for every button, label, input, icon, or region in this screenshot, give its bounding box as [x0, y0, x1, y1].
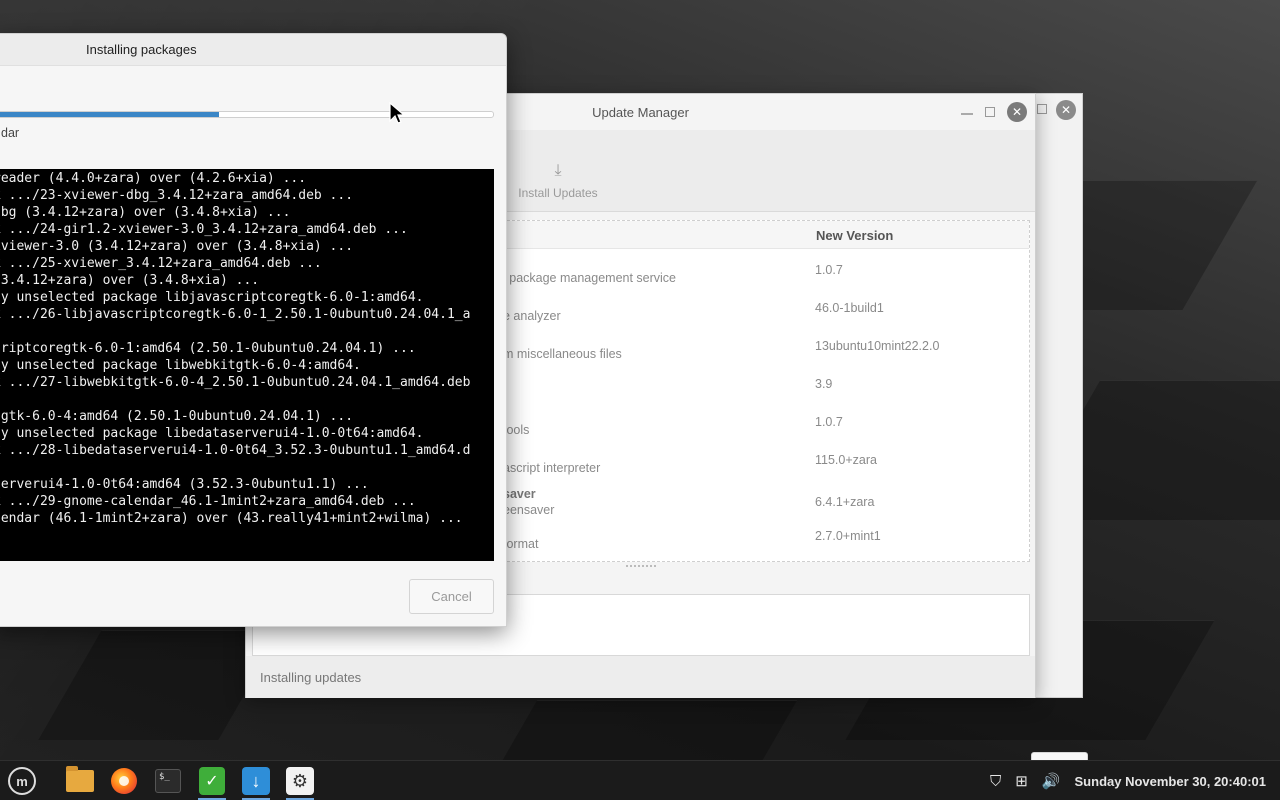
update-manager-icon: ↓: [242, 767, 270, 795]
firefox-icon: [111, 768, 137, 794]
terminal-line: serverui4-1.0-0t64:amd64 (3.52.3-0ubuntu…: [0, 477, 369, 492]
terminal-line: k .../23-xviewer-dbg_3.4.12+zara_amd64.d…: [0, 188, 354, 203]
network-icon[interactable]: ⊞: [1015, 772, 1028, 790]
install-updates-label: Install Updates: [518, 186, 598, 200]
close-icon[interactable]: ✕: [1056, 100, 1076, 120]
window-title: Update Manager: [592, 104, 689, 120]
terminal-line: (3.4.12+zara) over (3.4.8+xia) ...: [0, 273, 260, 288]
terminal-line: criptcoregtk-6.0-1:amd64 (2.50.1-0ubuntu…: [0, 341, 416, 356]
taskbar: m $_ ✓ ↓ ⚙ ⛉ ⊞ 🔊 Sunday November 30, 20:…: [0, 760, 1280, 800]
terminal-launcher[interactable]: $_: [150, 764, 186, 798]
files-launcher[interactable]: [62, 764, 98, 798]
package-description: format: [503, 537, 539, 551]
package-new-version: 6.4.1+zara: [815, 495, 875, 509]
terminal-line: ly unselected package libedataserverui4-…: [0, 426, 424, 441]
window-controls: ✕: [961, 102, 1027, 122]
terminal-line: k .../29-gnome-calendar_46.1-1mint2+zara…: [0, 494, 416, 509]
download-arrow-icon: ⤓: [554, 162, 562, 179]
terminal-line: reader (4.4.0+zara) over (4.2.6+xia) ...: [0, 171, 307, 186]
dialog-titlebar[interactable]: Installing packages: [0, 34, 506, 66]
package-new-version: 1.0.7: [815, 415, 843, 429]
terminal-icon: $_: [155, 769, 181, 793]
terminal-line: lendar (46.1-1mint2+zara) over (43.reall…: [0, 511, 463, 526]
package-new-version: 13ubuntu10mint22.2.0: [815, 339, 940, 353]
installing-packages-dialog: Installing packages dar reader (4.4.0+za…: [0, 33, 507, 627]
package-new-version: 1.0.7: [815, 263, 843, 277]
maximize-icon[interactable]: [1037, 104, 1047, 114]
terminal-line: k .../25-xviewer_3.4.12+zara_amd64.deb .…: [0, 256, 322, 271]
package-new-version: 115.0+zara: [815, 453, 877, 467]
install-updates-button[interactable]: ⤓ Install Updates: [508, 162, 608, 200]
package-new-version: 46.0-1build1: [815, 301, 884, 315]
system-tray: ⛉ ⊞ 🔊 Sunday November 30, 20:40:01: [990, 761, 1266, 800]
package-description: e analyzer: [503, 309, 561, 323]
package-new-version: 2.7.0+mint1: [815, 529, 881, 543]
close-icon[interactable]: ✕: [1007, 102, 1027, 122]
terminal-output[interactable]: reader (4.4.0+zara) over (4.2.6+xia) ...…: [0, 169, 494, 561]
mint-menu-icon: m: [8, 767, 36, 795]
package-new-version: 3.9: [815, 377, 833, 391]
terminal-line: ly unselected package libwebkitgtk-6.0-4…: [0, 358, 361, 373]
maximize-icon[interactable]: [985, 107, 995, 117]
cancel-button[interactable]: Cancel: [409, 579, 494, 614]
terminal-line: ly unselected package libjavascriptcoreg…: [0, 290, 424, 305]
dialog-title: Installing packages: [86, 42, 197, 57]
settings-icon: ⚙: [286, 767, 314, 795]
clock[interactable]: Sunday November 30, 20:40:01: [1075, 774, 1266, 789]
terminal-line: k .../24-gir1.2-xviewer-3.0_3.4.12+zara_…: [0, 222, 408, 237]
status-text: Installing updates: [260, 669, 362, 685]
menu-button[interactable]: m: [4, 764, 40, 798]
files-folder-icon: [66, 766, 94, 792]
status-bar: Installing updates: [246, 656, 1035, 698]
package-description: eensaver: [503, 503, 555, 517]
pane-splitter-handle[interactable]: [626, 565, 656, 567]
package-description: ascript interpreter: [503, 461, 601, 475]
column-header-new-version[interactable]: New Version: [816, 228, 893, 243]
package-description: l package management service: [503, 271, 677, 285]
settings-taskbar-item[interactable]: ⚙: [282, 764, 318, 800]
firefox-launcher[interactable]: [106, 764, 142, 798]
install-progress-bar: [0, 111, 494, 118]
terminal-line: xviewer-3.0 (3.4.12+zara) over (3.4.8+xi…: [0, 239, 354, 254]
terminal-line: dbg (3.4.12+zara) over (3.4.8+xia) ...: [0, 205, 291, 220]
update-shield-launcher[interactable]: ✓: [194, 764, 230, 800]
terminal-line: tgtk-6.0-4:amd64 (2.50.1-0ubuntu0.24.04.…: [0, 409, 354, 424]
shield-icon[interactable]: ⛉: [990, 773, 1001, 790]
minimize-icon[interactable]: [961, 113, 973, 115]
volume-icon[interactable]: 🔊: [1042, 772, 1061, 790]
current-package-label: dar: [1, 126, 20, 140]
mouse-cursor-icon: [389, 102, 405, 124]
terminal-line: k .../27-libwebkitgtk-6.0-4_2.50.1-0ubun…: [0, 375, 471, 390]
package-description: m miscellaneous files: [503, 347, 622, 361]
terminal-line: k .../26-libjavascriptcoregtk-6.0-1_2.50…: [0, 307, 471, 322]
package-name: saver: [503, 487, 536, 501]
update-manager-taskbar-item[interactable]: ↓: [238, 764, 274, 800]
progress-fill: [0, 112, 219, 117]
update-shield-icon: ✓: [199, 767, 225, 795]
terminal-line: k .../28-libedataserverui4-1.0-0t64_3.52…: [0, 443, 471, 458]
